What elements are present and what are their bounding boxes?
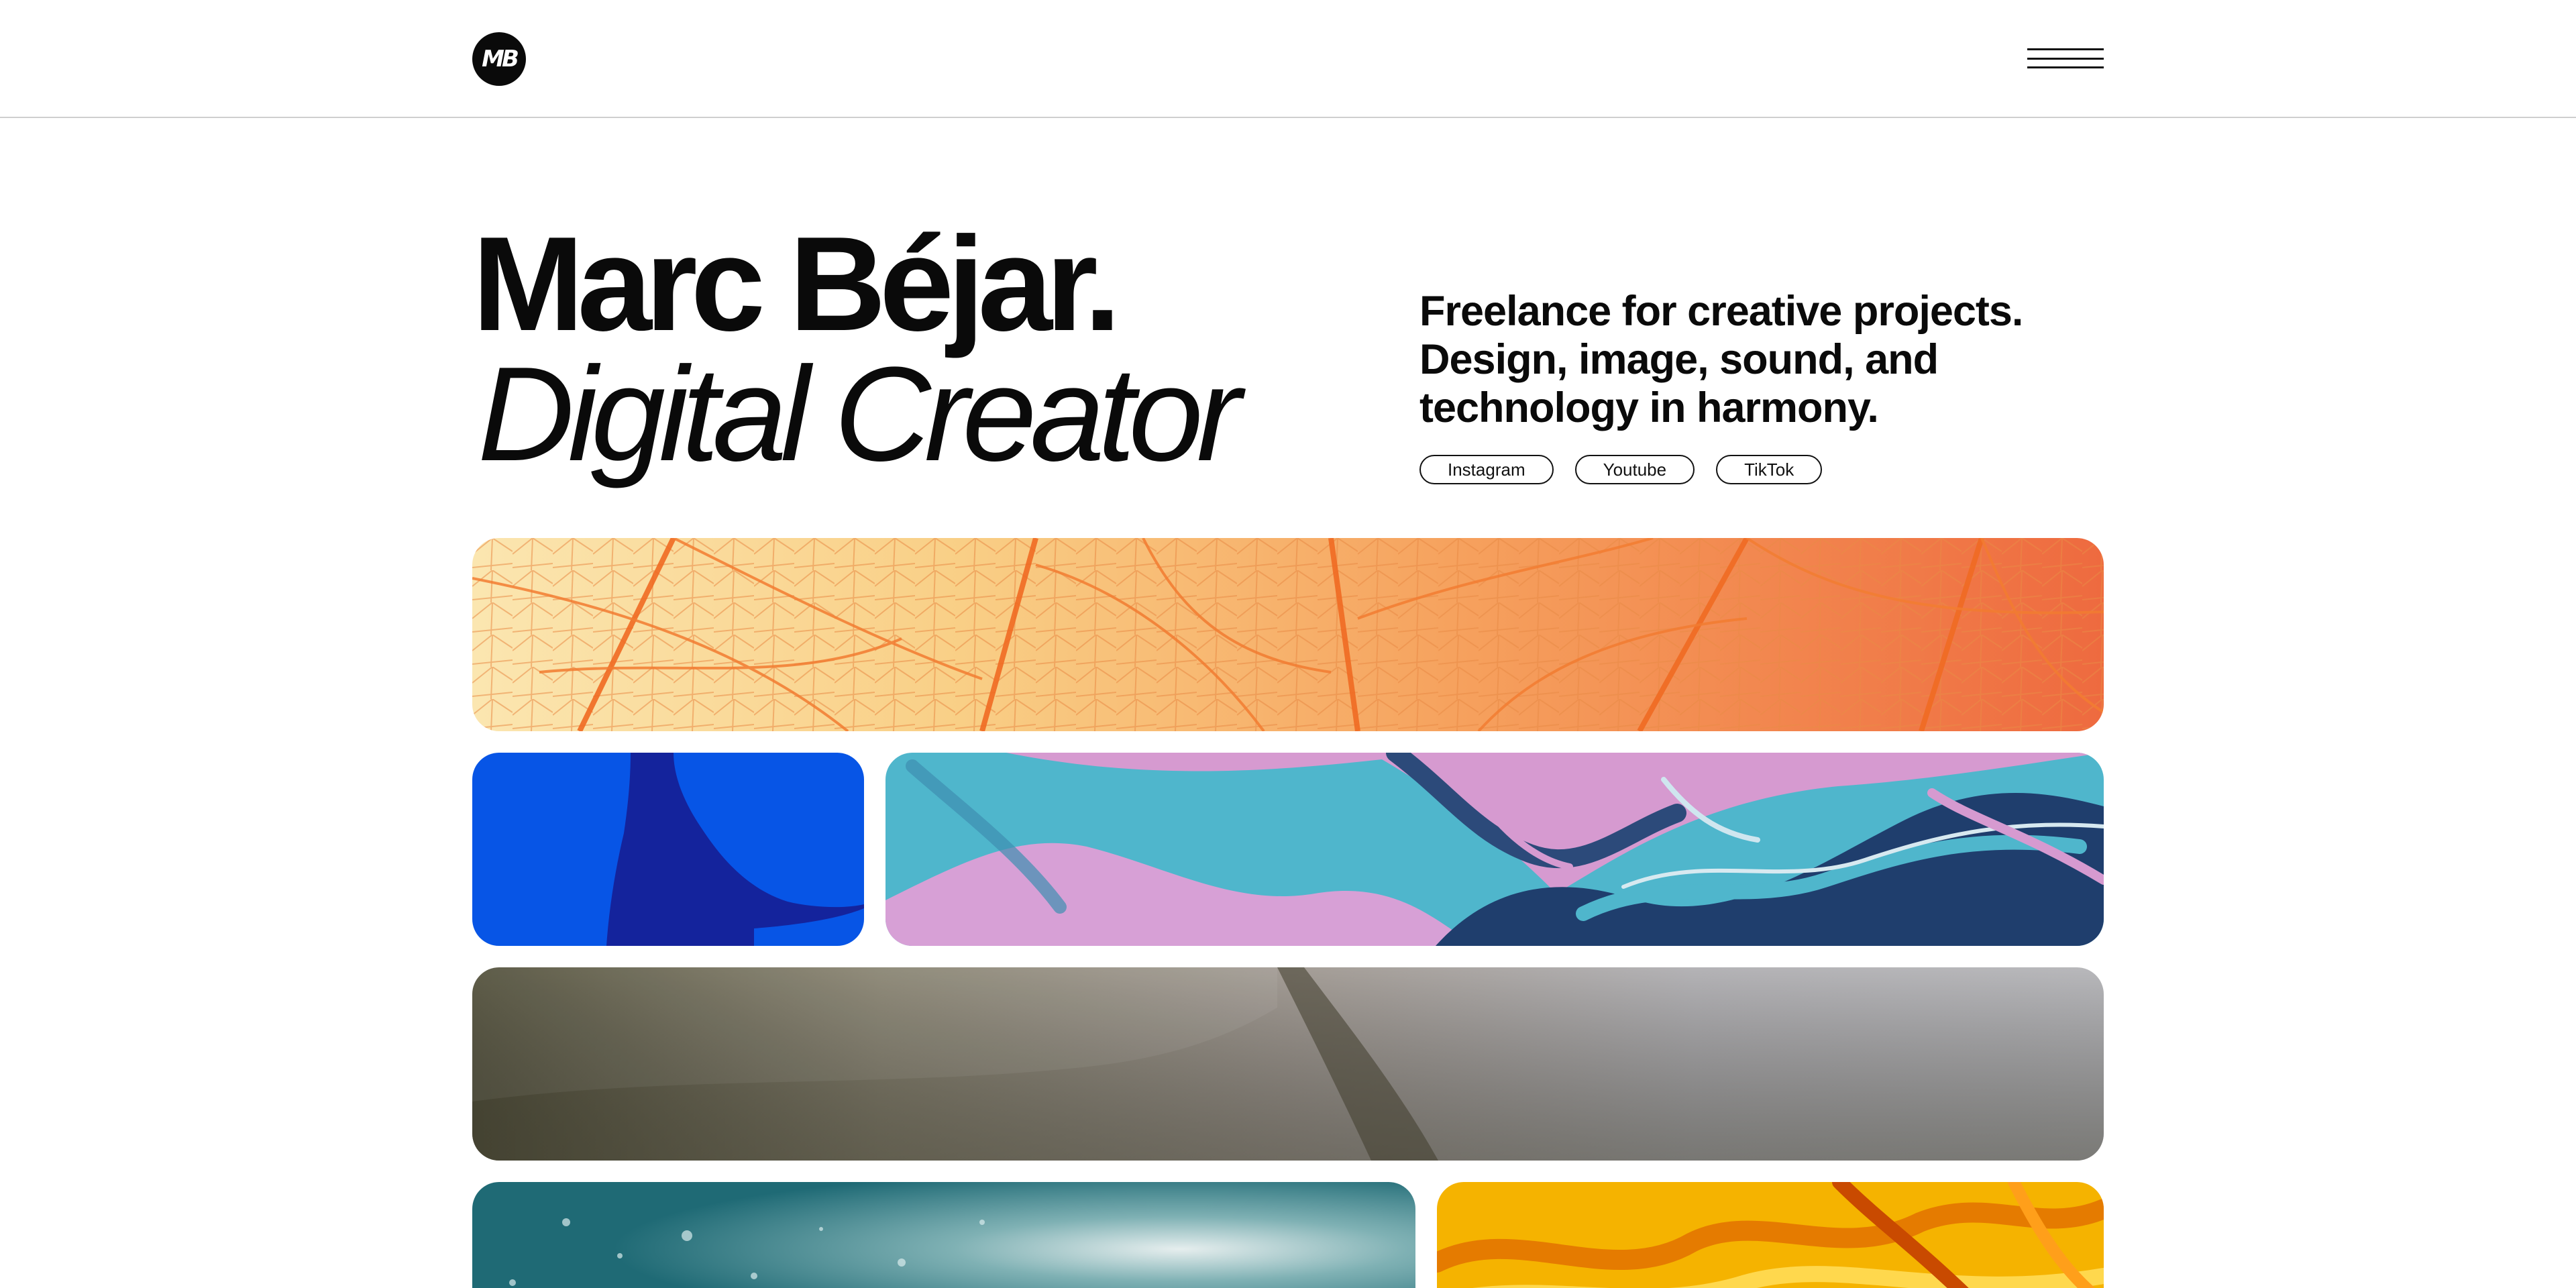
menu-line — [2027, 66, 2104, 68]
water-image — [472, 1182, 1415, 1288]
instagram-link[interactable]: Instagram — [1419, 455, 1554, 484]
gallery-image-fabric[interactable] — [472, 967, 2104, 1161]
gallery-image-water[interactable] — [472, 1182, 1415, 1288]
mb-logo-icon[interactable]: MB — [472, 32, 526, 86]
logo-text: MB — [482, 46, 519, 72]
gallery-image-marble[interactable] — [885, 753, 2104, 946]
menu-line — [2027, 57, 2104, 60]
marble-image — [885, 753, 2104, 946]
site-header: MB — [0, 0, 2576, 118]
page: MB Marc Béjar. Digital Creator Freelance… — [0, 0, 2576, 1288]
fabric-image — [472, 967, 2104, 1161]
menu-line — [2027, 48, 2104, 50]
hero-name: Marc Béjar. — [472, 209, 1121, 359]
hamburger-menu-icon[interactable] — [2027, 48, 2104, 68]
youtube-link[interactable]: Youtube — [1574, 455, 1695, 484]
tiktok-link[interactable]: TikTok — [1716, 455, 1823, 484]
gallery-image-silhouette[interactable] — [472, 753, 864, 946]
gallery-image-leaf[interactable] — [472, 538, 2104, 731]
silhouette-image — [472, 753, 864, 946]
social-links: Instagram Youtube TikTok — [1419, 455, 1823, 484]
hero-tagline: Freelance for creative projects. Design,… — [1419, 288, 2023, 431]
leaf-image — [472, 538, 2104, 731]
gallery-image-swirl[interactable] — [1437, 1182, 2104, 1288]
hero-role: Digital Creator — [478, 339, 1241, 489]
swirl-image — [1437, 1182, 2104, 1288]
